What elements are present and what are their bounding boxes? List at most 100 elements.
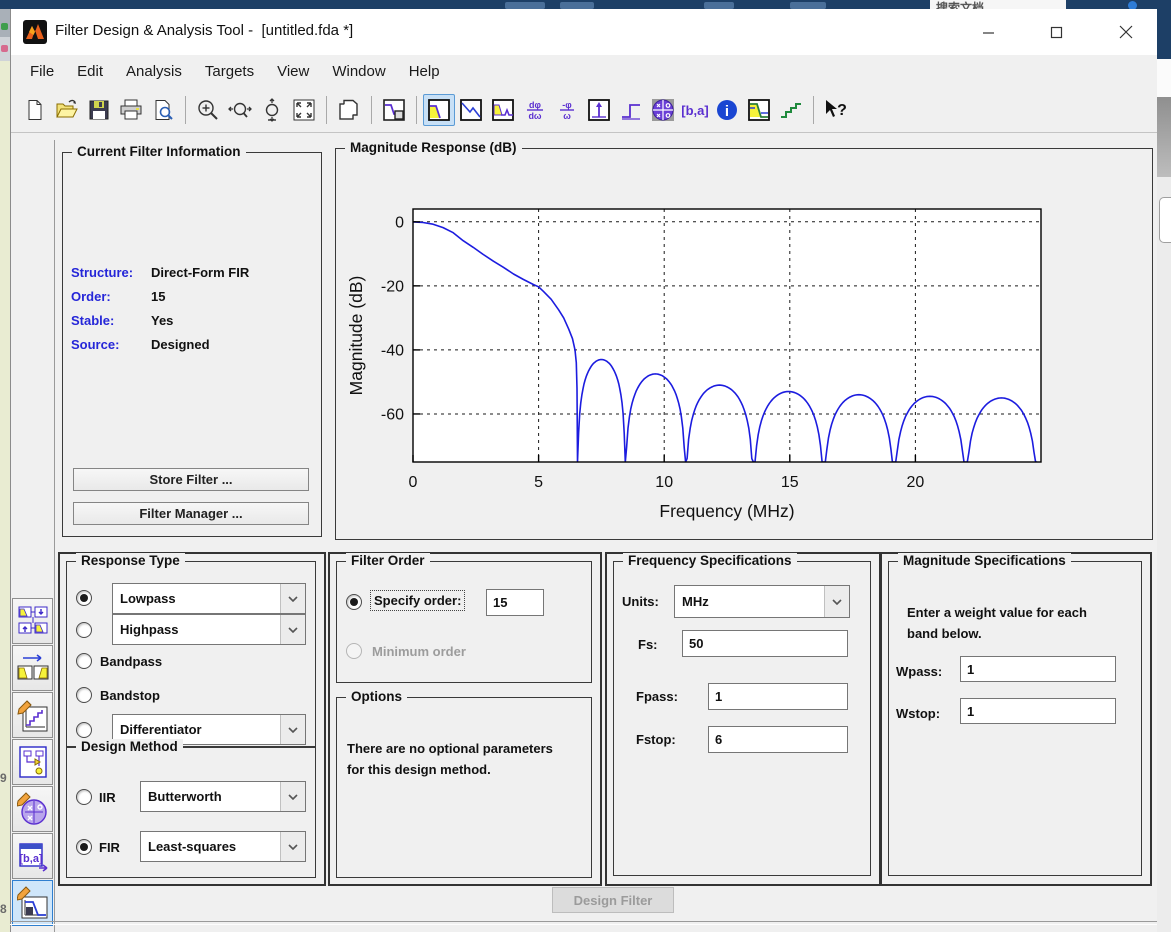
- store-filter-button[interactable]: Store Filter ...: [73, 468, 309, 491]
- highpass-select[interactable]: Highpass: [112, 614, 306, 645]
- fstop-input[interactable]: [708, 726, 848, 753]
- panel-title: Magnitude Response (dB): [345, 140, 522, 155]
- background-digit: 8: [0, 902, 7, 916]
- minimize-button[interactable]: [966, 17, 1010, 47]
- menu-file[interactable]: File: [30, 63, 54, 80]
- sidebar-item-realize-model[interactable]: [12, 739, 53, 785]
- fpass-input[interactable]: [708, 683, 848, 710]
- zoom-y-icon[interactable]: [256, 94, 288, 126]
- fpass-label: Fpass:: [636, 689, 678, 704]
- highpass-radio[interactable]: [76, 622, 92, 638]
- filter-information-icon[interactable]: i: [711, 94, 743, 126]
- impulse-response-icon[interactable]: [583, 94, 615, 126]
- filter-specifications-icon[interactable]: [378, 94, 410, 126]
- units-select-value: MHz: [675, 586, 824, 617]
- open-file-icon[interactable]: [51, 94, 83, 126]
- toolbar: dφdω -φω [b,a] i ?: [11, 88, 1157, 133]
- sidebar-item-pole-zero-editor[interactable]: [12, 786, 53, 832]
- fir-radio[interactable]: [76, 839, 92, 855]
- context-help-icon[interactable]: ?: [820, 94, 852, 126]
- structure-value: Direct-Form FIR: [151, 265, 249, 280]
- highpass-select-value: Highpass: [113, 615, 280, 644]
- menu-targets[interactable]: Targets: [205, 63, 254, 80]
- svg-text:?: ?: [837, 102, 847, 119]
- window-bottom-groove: [10, 921, 1157, 925]
- bandstop-label: Bandstop: [100, 688, 160, 703]
- stable-value: Yes: [151, 313, 173, 328]
- menu-window[interactable]: Window: [332, 63, 385, 80]
- design-filter-button[interactable]: Design Filter: [552, 887, 674, 913]
- options-message: There are no optional parameters for thi…: [347, 738, 559, 780]
- transform-filter-icon: [17, 650, 49, 686]
- sidebar-item-set-quantization-parameters[interactable]: [12, 692, 53, 738]
- panel-title: Options: [346, 689, 407, 704]
- toolbar-separator: [371, 96, 372, 124]
- iir-radio[interactable]: [76, 789, 92, 805]
- zoom-in-icon[interactable]: [192, 94, 224, 126]
- print-preview-icon[interactable]: [147, 94, 179, 126]
- magnitude-and-phase-icon[interactable]: [487, 94, 519, 126]
- menu-analysis[interactable]: Analysis: [126, 63, 182, 80]
- svg-text:[b,a]: [b,a]: [19, 853, 43, 865]
- fir-method-select[interactable]: Least-squares: [140, 831, 306, 862]
- specify-order-radio[interactable]: [346, 594, 362, 610]
- realize-model-steps-icon[interactable]: [775, 94, 807, 126]
- sidebar-item-import-filter[interactable]: [b,a]: [12, 833, 53, 879]
- minimum-order-radio[interactable]: [346, 643, 362, 659]
- maximize-button[interactable]: [1034, 17, 1078, 47]
- zoom-x-icon[interactable]: [224, 94, 256, 126]
- svg-text:15: 15: [781, 474, 799, 491]
- pole-zero-plot-icon[interactable]: [647, 94, 679, 126]
- bandstop-radio[interactable]: [76, 687, 92, 703]
- sidebar-item-create-multirate-filter[interactable]: [12, 598, 53, 644]
- wpass-input[interactable]: [960, 656, 1116, 682]
- print-icon[interactable]: [115, 94, 147, 126]
- sidebar-item-design-filter[interactable]: [12, 880, 53, 926]
- background-digit: 9: [0, 771, 7, 785]
- wstop-input[interactable]: [960, 698, 1116, 724]
- toolbar-separator: [416, 96, 417, 124]
- chevron-down-icon: [280, 715, 305, 744]
- step-response-icon[interactable]: [615, 94, 647, 126]
- fstop-label: Fstop:: [636, 732, 676, 747]
- magnitude-response-icon[interactable]: [423, 94, 455, 126]
- chevron-down-icon: [280, 615, 305, 644]
- fir-label: FIR: [99, 840, 120, 855]
- svg-text:0: 0: [409, 474, 418, 491]
- close-button[interactable]: [1104, 17, 1148, 47]
- quantization-icon: [17, 697, 49, 733]
- chevron-down-icon: [280, 832, 305, 861]
- fs-input[interactable]: [682, 630, 848, 657]
- background-chip: [704, 2, 734, 9]
- svg-text:-20: -20: [381, 278, 404, 295]
- specify-order-input[interactable]: [486, 589, 544, 616]
- sidebar-divider: [54, 140, 55, 932]
- bandpass-radio[interactable]: [76, 653, 92, 669]
- differentiator-radio[interactable]: [76, 722, 92, 738]
- fir-method-value: Least-squares: [141, 832, 280, 861]
- sidebar-item-transform-filter[interactable]: [12, 645, 53, 691]
- matlab-logo-icon: [23, 20, 47, 44]
- menu-edit[interactable]: Edit: [77, 63, 103, 80]
- new-document-icon[interactable]: [19, 94, 51, 126]
- save-icon[interactable]: [83, 94, 115, 126]
- panel-title: Current Filter Information: [72, 144, 246, 159]
- group-delay-icon[interactable]: dφdω: [519, 94, 551, 126]
- menu-view[interactable]: View: [277, 63, 309, 80]
- phase-response-icon[interactable]: [455, 94, 487, 126]
- magnitude-specs-message: Enter a weight value for each band below…: [907, 602, 1087, 644]
- screen: 搜索文档 9 8 Filter Design & Analysis Tool -…: [0, 0, 1171, 932]
- phase-delay-icon[interactable]: -φω: [551, 94, 583, 126]
- lowpass-radio[interactable]: [76, 590, 92, 606]
- full-view-icon[interactable]: [288, 94, 320, 126]
- filter-manager-button[interactable]: Filter Manager ...: [73, 502, 309, 525]
- lowpass-select[interactable]: Lowpass: [112, 583, 306, 614]
- minimum-order-label: Minimum order: [372, 644, 466, 659]
- copy-page-icon[interactable]: [333, 94, 365, 126]
- filter-coefficients-icon[interactable]: [b,a]: [679, 94, 711, 126]
- iir-method-select[interactable]: Butterworth: [140, 781, 306, 812]
- svg-text:Magnitude (dB): Magnitude (dB): [346, 276, 366, 396]
- units-select[interactable]: MHz: [674, 585, 850, 618]
- magnitude-spec-mask-icon[interactable]: [743, 94, 775, 126]
- menu-help[interactable]: Help: [409, 63, 440, 80]
